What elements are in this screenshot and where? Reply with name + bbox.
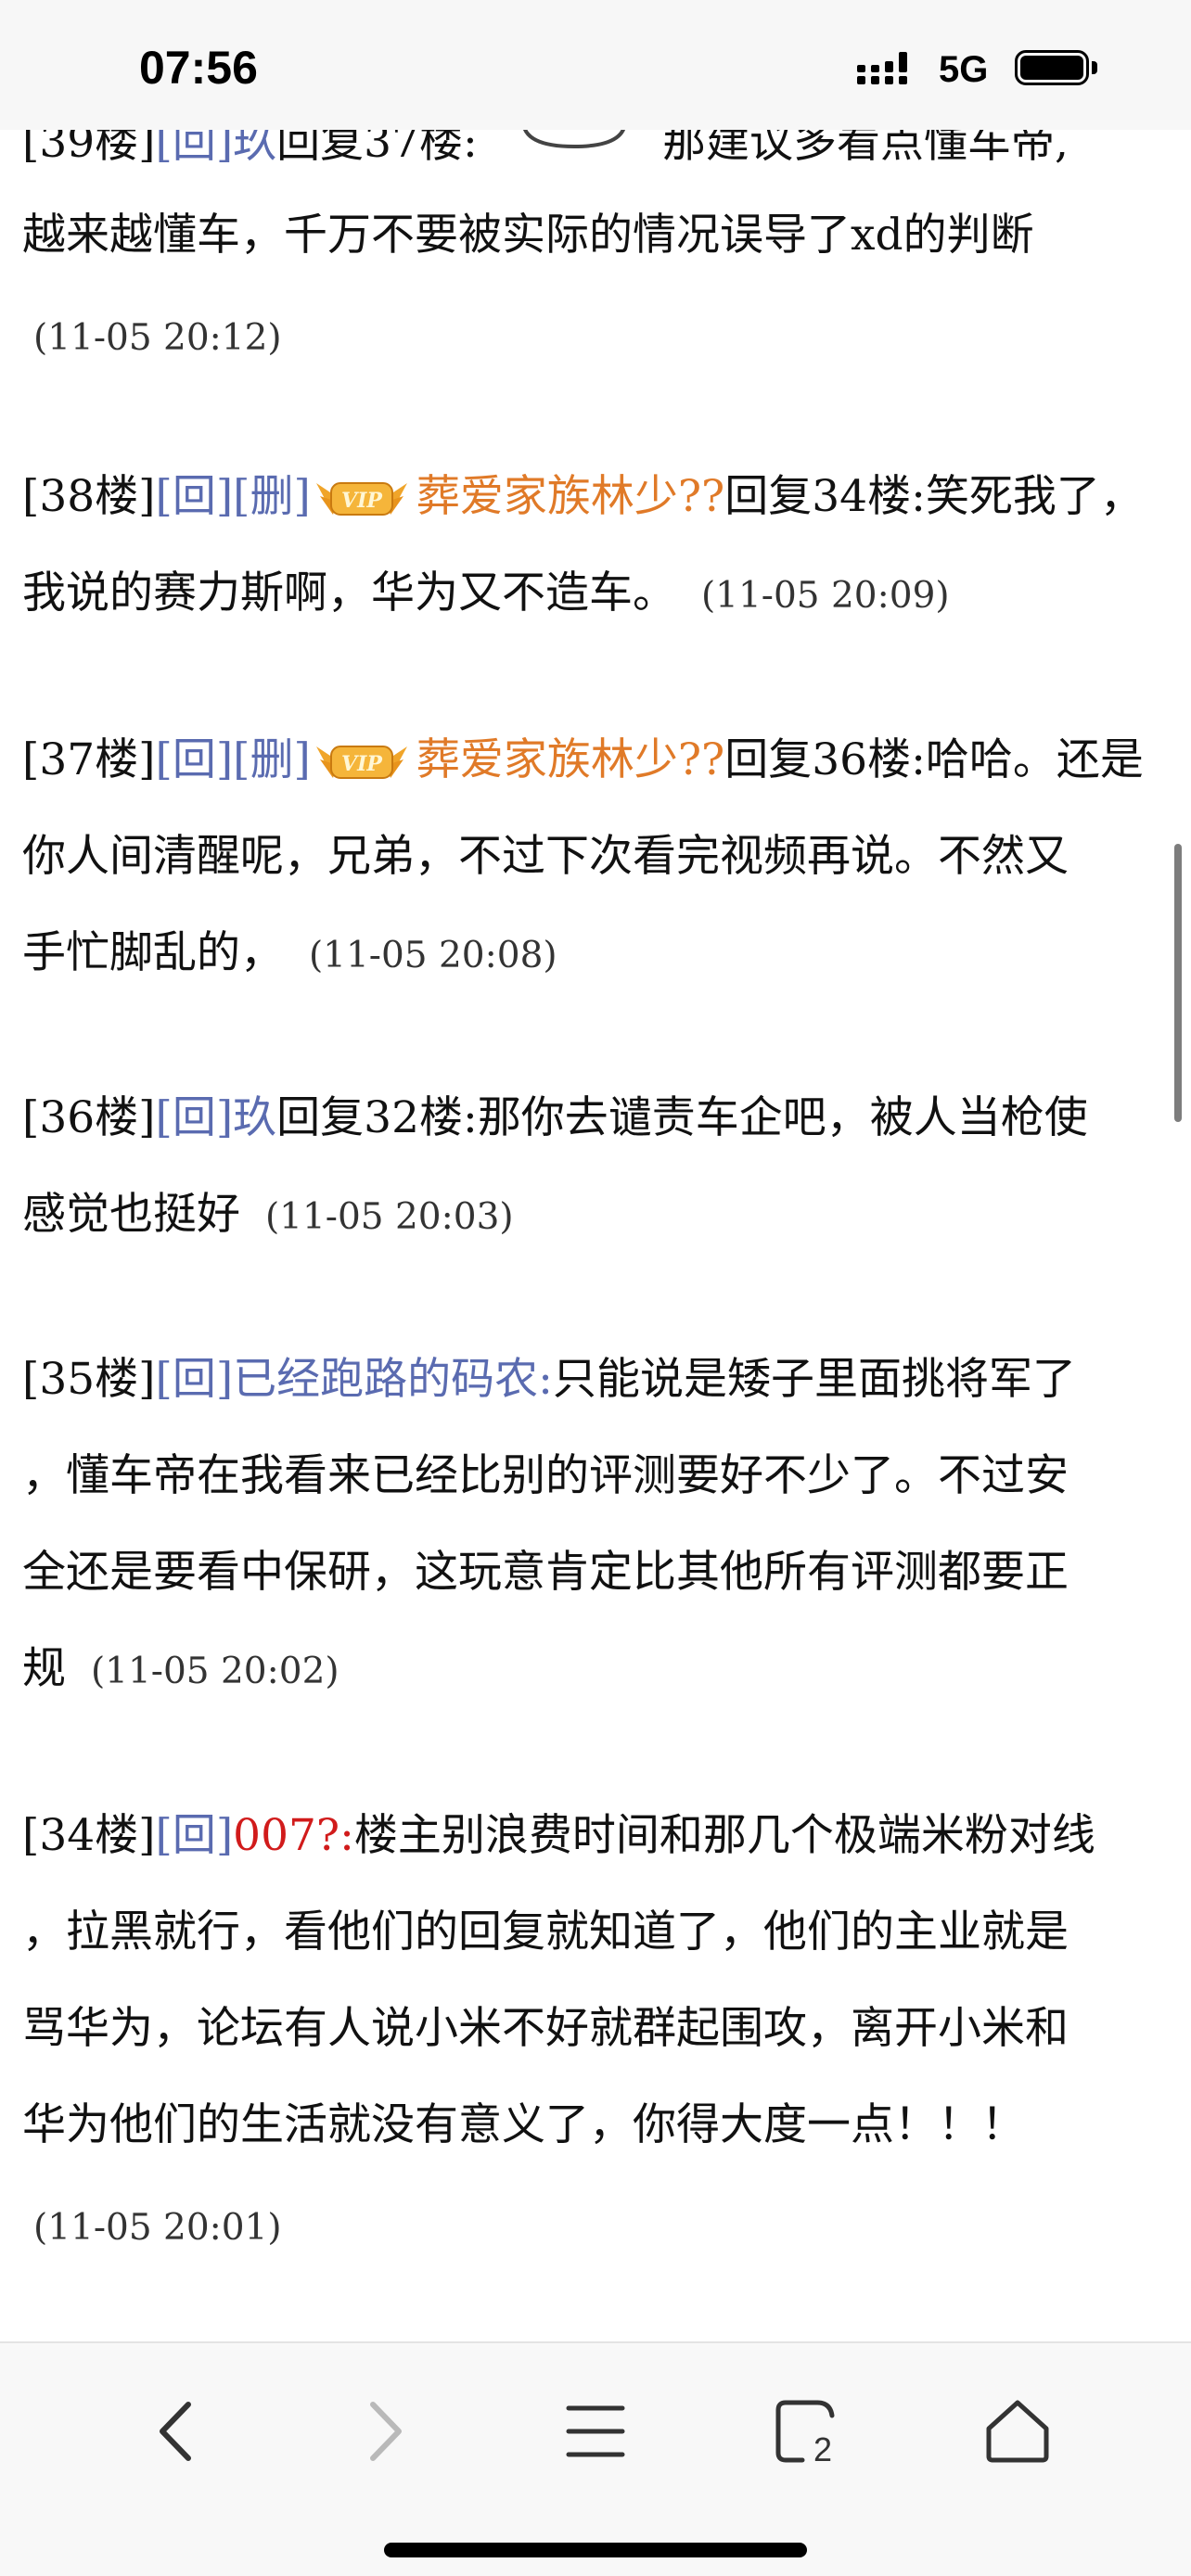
post-text: 华为他们的生活就没有意义了，你得大度一点！！！ bbox=[22, 2099, 1025, 2150]
reply-to-label: 回复36楼: bbox=[724, 734, 926, 785]
browser-toolbar: 2 bbox=[0, 2341, 1191, 2576]
username-link[interactable]: 玖 bbox=[233, 1092, 276, 1143]
forward-icon[interactable] bbox=[334, 2380, 436, 2482]
menu-icon[interactable] bbox=[544, 2380, 647, 2482]
clock: 07:56 bbox=[139, 42, 258, 94]
reply-to-label: 回复34楼: bbox=[724, 471, 926, 522]
reply-to-label: 回复32楼: bbox=[276, 1092, 478, 1143]
post-text: 规 bbox=[22, 1643, 66, 1694]
status-bar: 07:56 5G bbox=[0, 0, 1191, 130]
delete-link[interactable]: [删] bbox=[233, 471, 311, 522]
post-text: ，拉黑就行，看他们的回复就知道了，他们的主业就是 bbox=[22, 1906, 1069, 1958]
reply-link[interactable]: [回] bbox=[155, 471, 233, 522]
post-time: (11-05 20:12) bbox=[33, 317, 282, 359]
post-text: 感觉也挺好 bbox=[22, 1189, 240, 1240]
post-time: (11-05 20:08) bbox=[308, 935, 557, 976]
floor-number: [34楼] bbox=[22, 1810, 156, 1861]
post-text: 楼主别浪费时间和那几个极端米粉对线 bbox=[353, 1810, 1095, 1861]
post-text: ，懂车帝在我看来已经比别的评测要好不少了。不过安 bbox=[22, 1450, 1069, 1501]
tabs-icon bbox=[775, 2400, 835, 2463]
tab-count: 2 bbox=[813, 2430, 833, 2468]
post-text: 只能说是矮子里面挑将军了 bbox=[553, 1354, 1077, 1405]
post-text: 骂华为，论坛有人说小米不好就群起围攻，离开小米和 bbox=[22, 2003, 1069, 2054]
post-text: 越来越懂车，千万不要被实际的情况误导了xd的判断 bbox=[22, 210, 1034, 261]
username-link[interactable]: 葬爱家族林少?? bbox=[416, 471, 724, 522]
username-link[interactable]: 已经跑路的码农: bbox=[233, 1354, 553, 1405]
post-time: (11-05 20:03) bbox=[264, 1196, 514, 1238]
post-time: (11-05 20:01) bbox=[33, 2207, 282, 2249]
battery-icon bbox=[1015, 50, 1100, 89]
reply-link[interactable]: [回] bbox=[155, 734, 233, 785]
post-time: (11-05 20:02) bbox=[90, 1651, 339, 1692]
post-text: 笑死我了， bbox=[925, 471, 1144, 522]
home-indicator[interactable] bbox=[384, 2543, 807, 2557]
floor-number: [36楼] bbox=[22, 1092, 156, 1143]
post-text: 哈哈。还是 bbox=[925, 734, 1144, 785]
vip-badge-icon: VIP bbox=[315, 482, 407, 516]
post-text: 手忙脚乱的， bbox=[22, 927, 284, 978]
svg-text:VIP: VIP bbox=[341, 752, 383, 776]
floor-number: [37楼] bbox=[22, 734, 156, 785]
username-link[interactable]: 007?: bbox=[233, 1810, 354, 1861]
delete-link[interactable]: [删] bbox=[233, 734, 311, 785]
reply-link[interactable]: [回] bbox=[155, 1092, 233, 1143]
reply-list: [39楼][回]玖回复37楼: 那建议多看点懂车帝, 越来越懂车，千万不要被实际… bbox=[0, 0, 1191, 2341]
reply-link[interactable]: [回] bbox=[155, 1354, 233, 1405]
signal-icon bbox=[857, 52, 907, 84]
post-text: 我说的赛力斯啊，华为又不造车。 bbox=[22, 567, 676, 618]
scrollbar[interactable] bbox=[1174, 844, 1182, 1122]
back-icon[interactable] bbox=[125, 2380, 227, 2482]
tabs-button[interactable]: 2 bbox=[756, 2380, 858, 2482]
username-link[interactable]: 葬爱家族林少?? bbox=[416, 734, 724, 785]
floor-number: [35楼] bbox=[22, 1354, 156, 1405]
post-text: 那你去谴责车企吧，被人当枪使 bbox=[477, 1092, 1088, 1143]
post-text: 你人间清醒呢，兄弟，不过下次看完视频再说。不然又 bbox=[22, 831, 1069, 882]
reply-link[interactable]: [回] bbox=[155, 1810, 233, 1861]
home-icon[interactable] bbox=[967, 2380, 1069, 2482]
post-time: (11-05 20:09) bbox=[700, 575, 950, 617]
svg-text:VIP: VIP bbox=[341, 489, 383, 513]
post-text: 全还是要看中保研，这玩意肯定比其他所有评测都要正 bbox=[22, 1547, 1069, 1598]
floor-number: [38楼] bbox=[22, 471, 156, 522]
vip-badge-icon: VIP bbox=[315, 746, 407, 779]
network-type: 5G bbox=[939, 49, 989, 90]
